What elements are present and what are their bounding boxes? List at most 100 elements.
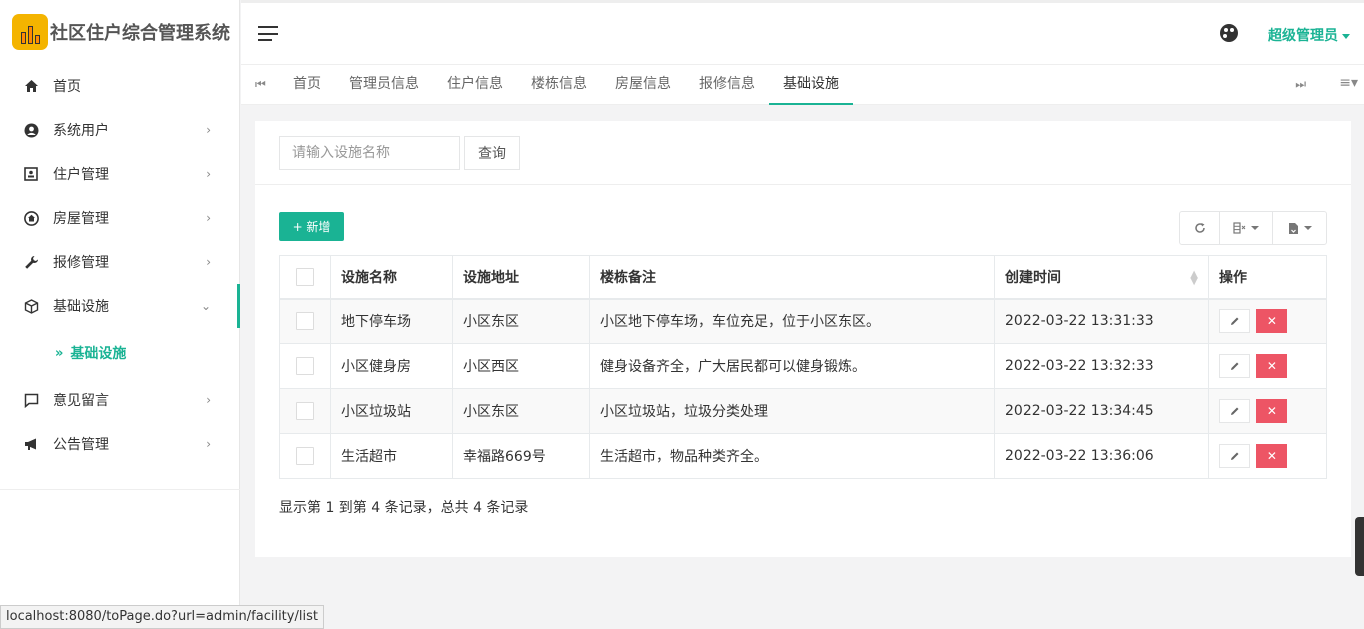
cell-created: 2022-03-22 13:34:45 xyxy=(994,388,1209,434)
delete-button[interactable]: ✕ xyxy=(1256,444,1288,468)
row-checkbox[interactable] xyxy=(296,447,314,465)
delete-button[interactable]: ✕ xyxy=(1256,399,1288,423)
sidebar-subitem-label: 基础设施 xyxy=(70,346,127,362)
row-checkbox[interactable] xyxy=(296,312,314,331)
chevron-right-icon: › xyxy=(206,437,211,451)
sidebar-item-label: 房屋管理 xyxy=(53,211,109,227)
table-header-row: 设施名称 设施地址 楼栋备注 创建时间 ▲ ▼ 操作 xyxy=(279,255,1327,300)
row-checkbox[interactable] xyxy=(296,357,314,375)
sidebar-subitem-facilities[interactable]: » 基础设施 xyxy=(0,328,239,378)
row-select-cell xyxy=(279,343,331,389)
columns-toggle-button[interactable] xyxy=(1220,212,1273,244)
cell-created: 2022-03-22 13:36:06 xyxy=(994,433,1209,479)
row-select-cell xyxy=(279,388,331,434)
refresh-button[interactable] xyxy=(1180,212,1220,244)
sidebar-menu: 首页 系统用户 › 住户管理 › 房屋管理 › 报修管理 › 基础设施 ⌄ » … xyxy=(0,64,240,466)
column-header-created[interactable]: 创建时间 ▲ ▼ xyxy=(994,255,1209,300)
search-button[interactable]: 查询 xyxy=(464,136,520,170)
sidebar-item-facilities[interactable]: 基础设施 ⌄ xyxy=(0,284,240,328)
caret-down-icon xyxy=(1342,33,1350,39)
cell-note: 小区地下停车场，车位充足，位于小区东区。 xyxy=(589,298,995,344)
tab-building-info[interactable]: 楼栋信息 xyxy=(517,65,601,105)
table-row: 生活超市 幸福路669号 生活超市，物品种类齐全。 2022-03-22 13:… xyxy=(279,433,1327,479)
cell-note: 小区垃圾站，垃圾分类处理 xyxy=(589,388,995,434)
cell-actions: ✕ xyxy=(1208,298,1327,344)
sidebar-item-announcements[interactable]: 公告管理 › xyxy=(0,422,239,466)
table-row: 小区健身房 小区西区 健身设备齐全，广大居民都可以健身锻炼。 2022-03-2… xyxy=(279,343,1327,389)
sidebar-item-label: 系统用户 xyxy=(53,123,109,139)
file-export-icon xyxy=(1288,222,1298,234)
caret-down-icon xyxy=(1251,226,1259,230)
wrench-icon xyxy=(22,255,40,270)
chevron-right-icon: › xyxy=(206,211,211,225)
tab-repair-info[interactable]: 报修信息 xyxy=(685,65,769,105)
cell-name: 小区垃圾站 xyxy=(330,388,453,434)
tabs-options-icon[interactable]: ≡▾ xyxy=(1339,75,1358,91)
column-header-created-label: 创建时间 xyxy=(1005,269,1061,286)
sidebar-item-system-users[interactable]: 系统用户 › xyxy=(0,108,239,152)
refresh-icon xyxy=(1194,223,1205,233)
tab-facilities[interactable]: 基础设施 xyxy=(769,65,853,105)
sidebar-item-houses[interactable]: 房屋管理 › xyxy=(0,196,239,240)
table-toolbar xyxy=(1179,211,1327,245)
column-header-address[interactable]: 设施地址 xyxy=(452,255,590,300)
sidebar-item-repairs[interactable]: 报修管理 › xyxy=(0,240,239,284)
chevron-down-icon: ⌄ xyxy=(200,299,211,313)
divider xyxy=(0,489,240,490)
menu-toggle-icon[interactable] xyxy=(258,26,278,41)
export-button[interactable] xyxy=(1273,212,1326,244)
theme-palette-icon[interactable] xyxy=(1220,24,1238,42)
user-circle-icon xyxy=(22,123,40,138)
tab-resident-info[interactable]: 住户信息 xyxy=(433,65,517,105)
search-bar: 查询 xyxy=(255,121,1351,185)
pencil-icon xyxy=(1230,407,1238,415)
cell-name: 地下停车场 xyxy=(330,298,453,344)
add-button[interactable]: + 新增 xyxy=(279,212,344,241)
sidebar-item-label: 意见留言 xyxy=(53,393,109,409)
table-row: 地下停车场 小区东区 小区地下停车场，车位充足，位于小区东区。 2022-03-… xyxy=(279,298,1327,344)
app-logo-icon xyxy=(12,14,48,50)
home-icon xyxy=(22,79,40,93)
select-all-checkbox[interactable] xyxy=(296,267,314,286)
cell-note: 健身设备齐全，广大居民都可以健身锻炼。 xyxy=(589,343,995,389)
delete-button[interactable]: ✕ xyxy=(1256,309,1288,334)
chevron-right-icon: › xyxy=(206,167,211,181)
chevron-right-icon: › xyxy=(206,123,211,137)
tab-admin-info[interactable]: 管理员信息 xyxy=(335,65,433,105)
cell-actions: ✕ xyxy=(1208,388,1327,434)
edit-button[interactable] xyxy=(1219,444,1250,468)
top-navbar: 超级管理员 xyxy=(241,0,1364,64)
sidebar-item-label: 首页 xyxy=(53,79,81,95)
sidebar-item-residents[interactable]: 住户管理 › xyxy=(0,152,239,196)
tab-house-info[interactable]: 房屋信息 xyxy=(601,65,685,105)
close-icon: ✕ xyxy=(1266,404,1277,418)
pencil-icon xyxy=(1230,452,1238,460)
cell-address: 小区东区 xyxy=(452,298,590,344)
user-menu-dropdown[interactable]: 超级管理员 xyxy=(1268,25,1350,45)
tab-home[interactable]: 首页 xyxy=(279,65,335,105)
delete-button[interactable]: ✕ xyxy=(1256,354,1288,378)
double-chevron-right-icon: » xyxy=(55,345,64,361)
tabs-scroll-left-icon[interactable]: ⏮ xyxy=(255,77,266,92)
close-icon: ✕ xyxy=(1266,314,1277,329)
row-select-cell xyxy=(279,298,331,344)
house-icon xyxy=(22,210,40,226)
edit-button[interactable] xyxy=(1219,309,1250,334)
page-tabs-bar: ⏮ 首页 管理员信息 住户信息 楼栋信息 房屋信息 报修信息 基础设施 ⏭ ≡▾ xyxy=(241,64,1364,105)
column-header-note[interactable]: 楼栋备注 xyxy=(589,255,995,300)
side-widget-handle[interactable] xyxy=(1355,517,1364,576)
edit-button[interactable] xyxy=(1219,399,1250,423)
sidebar: 社区住户综合管理系统 首页 系统用户 › 住户管理 › 房屋管理 › 报修管理 … xyxy=(0,0,240,629)
column-header-actions: 操作 xyxy=(1208,255,1327,300)
edit-button[interactable] xyxy=(1219,354,1250,378)
row-checkbox[interactable] xyxy=(296,402,314,420)
search-input[interactable] xyxy=(279,136,460,170)
cell-name: 小区健身房 xyxy=(330,343,453,389)
pencil-icon xyxy=(1230,317,1238,326)
sidebar-item-home[interactable]: 首页 xyxy=(0,64,239,108)
tabs-scroll-right-icon[interactable]: ⏭ xyxy=(1295,77,1306,92)
row-select-cell xyxy=(279,433,331,479)
column-header-name[interactable]: 设施名称 xyxy=(330,255,453,300)
sidebar-item-feedback[interactable]: 意见留言 › xyxy=(0,378,239,422)
app-title: 社区住户综合管理系统 xyxy=(50,23,230,44)
